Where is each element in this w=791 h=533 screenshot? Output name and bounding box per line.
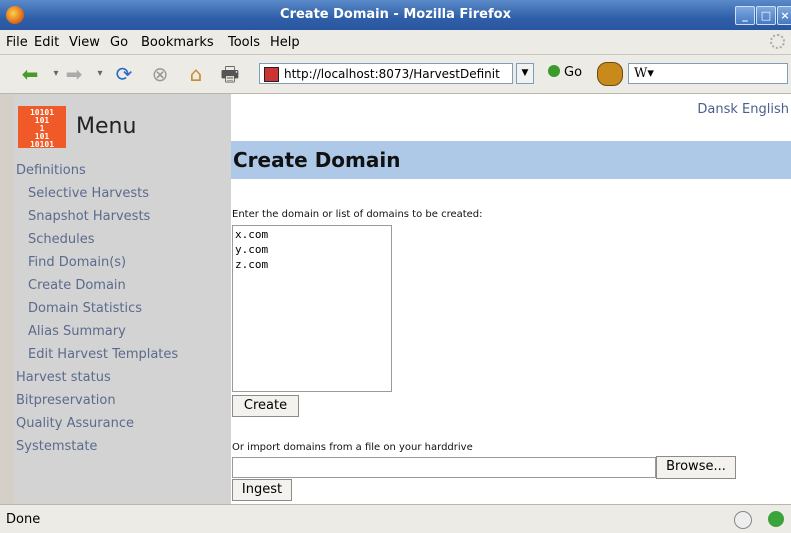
sidebar-item-find-domains[interactable]: Find Domain(s) [28, 255, 126, 270]
sidebar-item-alias-summary[interactable]: Alias Summary [28, 324, 126, 339]
menu-go[interactable]: Go [110, 35, 128, 50]
sidebar-item-quality-assurance[interactable]: Quality Assurance [16, 416, 134, 431]
address-bar[interactable]: http://localhost:8073/HarvestDefinit [259, 63, 513, 84]
search-engine-label: W [634, 66, 648, 81]
menu-file[interactable]: File [6, 35, 28, 50]
address-dropdown-button[interactable]: ▼ [516, 63, 534, 84]
menu-tools[interactable]: Tools [228, 35, 260, 50]
maximize-button[interactable]: □ [756, 6, 776, 25]
page-heading-bar: Create Domain [231, 141, 791, 179]
forward-icon[interactable]: ➡ [62, 62, 86, 86]
status-ok-icon [768, 511, 784, 527]
back-icon[interactable]: ⬅ [18, 62, 42, 86]
reload-icon[interactable]: ⟳ [112, 62, 136, 86]
window-title: Create Domain - Mozilla Firefox [280, 7, 511, 22]
connection-icon [734, 511, 752, 529]
menu-title: Menu [76, 114, 137, 139]
netarchive-logo: 10101 101 1 101 10101 [18, 106, 66, 149]
home-icon[interactable]: ⌂ [184, 62, 208, 86]
status-bar: Done [0, 504, 791, 533]
address-text[interactable]: http://localhost:8073/HarvestDefinit [284, 67, 500, 81]
sidebar-item-selective-harvests[interactable]: Selective Harvests [28, 186, 149, 201]
browse-button[interactable]: Browse... [656, 456, 736, 479]
sidebar-item-schedules[interactable]: Schedules [28, 232, 95, 247]
sidebar-item-bitpreservation[interactable]: Bitpreservation [16, 393, 116, 408]
menu-bar: File Edit View Go Bookmarks Tools Help [0, 30, 791, 55]
domains-textarea[interactable] [232, 225, 392, 392]
search-input[interactable]: W▾ [628, 63, 788, 84]
go-icon [548, 65, 560, 77]
close-button[interactable]: × [777, 6, 791, 25]
sidebar-item-edit-harvest-templates[interactable]: Edit Harvest Templates [28, 347, 178, 362]
domains-label: Enter the domain or list of domains to b… [232, 209, 483, 220]
page-content: 10101 101 1 101 10101 Menu Definitions Selec… [14, 94, 791, 504]
sidebar-item-snapshot-harvests[interactable]: Snapshot Harvests [28, 209, 150, 224]
menu-bookmarks[interactable]: Bookmarks [141, 35, 214, 50]
minimize-button[interactable]: _ [735, 6, 755, 25]
navigation-toolbar: ⬅ ▾ ➡ ▾ ⟳ ⊗ ⌂ 🖶 http://localhost:8073/Ha… [0, 55, 791, 94]
print-icon[interactable]: 🖶 [218, 62, 242, 86]
sidebar-item-definitions[interactable]: Definitions [16, 163, 86, 178]
menu-help[interactable]: Help [270, 35, 300, 50]
forward-dropdown-icon[interactable]: ▾ [88, 62, 112, 86]
ingest-button[interactable]: Ingest [232, 479, 292, 501]
site-favicon-icon [264, 67, 279, 82]
sidebar-item-domain-statistics[interactable]: Domain Statistics [28, 301, 142, 316]
search-engine-owl-icon[interactable] [597, 62, 623, 86]
language-links[interactable]: Dansk English [697, 102, 789, 117]
throbber-icon [770, 34, 785, 49]
menu-view[interactable]: View [69, 35, 100, 50]
stop-icon[interactable]: ⊗ [148, 62, 172, 86]
go-button[interactable]: Go [548, 65, 582, 80]
create-button[interactable]: Create [232, 395, 299, 417]
file-path-input[interactable] [232, 457, 656, 478]
go-label: Go [564, 65, 583, 80]
menu-edit[interactable]: Edit [34, 35, 59, 50]
import-label: Or import domains from a file on your ha… [232, 442, 473, 453]
page-title: Create Domain [233, 148, 401, 172]
sidebar-item-harvest-status[interactable]: Harvest status [16, 370, 111, 385]
sidebar: 10101 101 1 101 10101 Menu Definitions Selec… [14, 94, 231, 504]
status-text: Done [6, 512, 41, 527]
sidebar-item-systemstate[interactable]: Systemstate [16, 439, 97, 454]
title-bar: Create Domain - Mozilla Firefox _ □ × [0, 0, 791, 30]
sidebar-item-create-domain[interactable]: Create Domain [28, 278, 126, 293]
